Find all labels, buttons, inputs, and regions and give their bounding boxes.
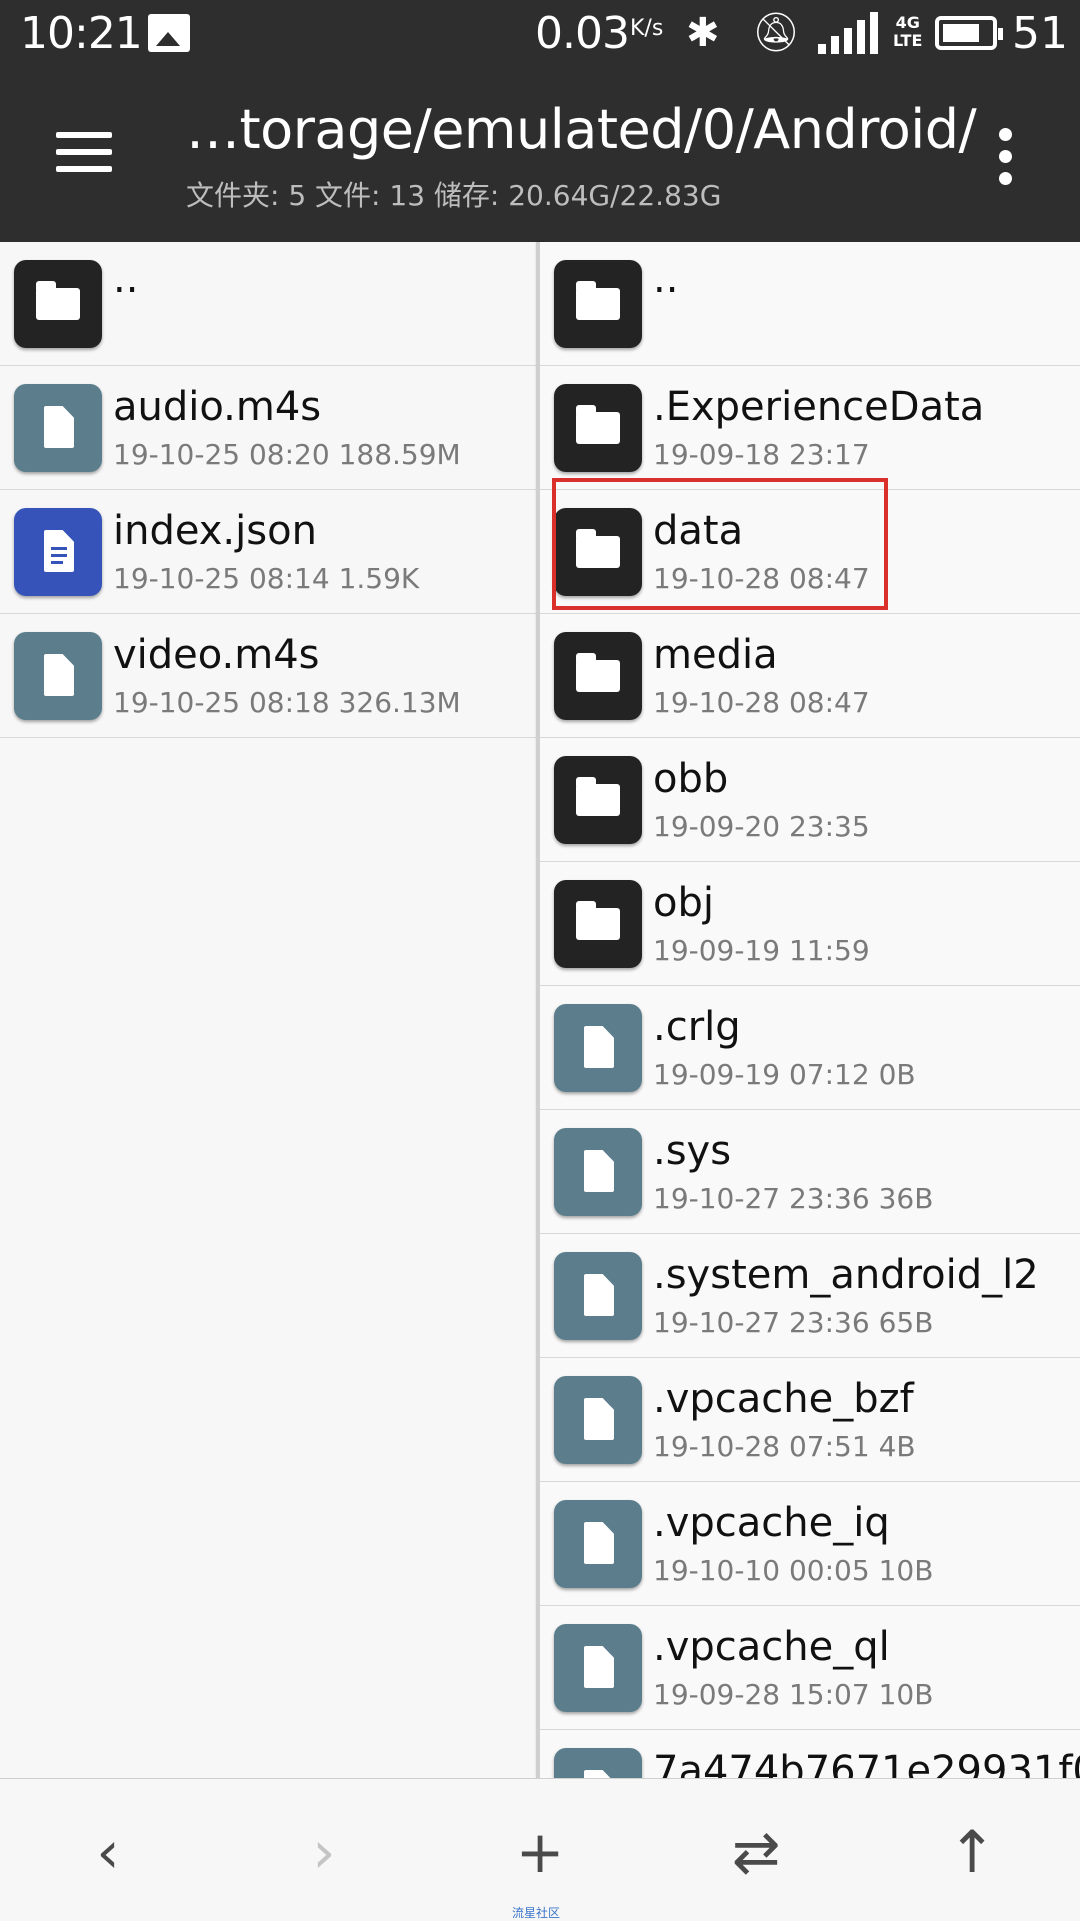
file-name: 7a474b7671e29931f09 bbox=[653, 1748, 1080, 1778]
network-type: 4G LTE bbox=[893, 13, 923, 50]
file-meta: 19-10-28 08:47 bbox=[653, 562, 870, 595]
file-meta: 19-09-19 07:12 0B bbox=[653, 1058, 916, 1091]
file-name: .sys bbox=[653, 1128, 732, 1174]
file-meta: 19-10-27 23:36 36B bbox=[653, 1182, 934, 1215]
file-name: .ExperienceData bbox=[653, 384, 985, 430]
left-file-pane[interactable]: .. audio.m4s 19-10-25 08:20 188.59M inde… bbox=[0, 242, 538, 1778]
right-file-pane[interactable]: .. .ExperienceData 19-09-18 23:17 data 1… bbox=[540, 242, 1080, 1778]
file-icon bbox=[554, 1500, 642, 1588]
swap-panes-button[interactable]: ⇄ bbox=[716, 1817, 796, 1887]
file-meta: 19-09-20 23:35 bbox=[653, 810, 870, 843]
file-icon bbox=[554, 1748, 642, 1778]
file-meta: 19-10-28 07:51 4B bbox=[653, 1430, 916, 1463]
file-meta: 19-10-28 08:47 bbox=[653, 686, 870, 719]
add-button[interactable]: + bbox=[500, 1817, 580, 1887]
parent-dir-button[interactable]: ↑ bbox=[932, 1817, 1012, 1887]
file-row-sys[interactable]: .sys 19-10-27 23:36 36B bbox=[540, 1110, 1080, 1234]
document-icon bbox=[14, 508, 102, 596]
parent-dir-row[interactable]: .. bbox=[540, 242, 1080, 366]
file-meta: 19-10-25 08:18 326.13M bbox=[113, 686, 461, 719]
folder-row-experiencedata[interactable]: .ExperienceData 19-09-18 23:17 bbox=[540, 366, 1080, 490]
battery-icon bbox=[935, 16, 1003, 50]
folder-icon bbox=[554, 260, 642, 348]
app-toolbar: …torage/emulated/0/Android/ 文件夹: 5 文件: 1… bbox=[0, 70, 1080, 242]
file-icon bbox=[554, 1128, 642, 1216]
parent-dir-label: .. bbox=[653, 256, 679, 302]
file-meta: 19-10-10 00:05 10B bbox=[653, 1554, 934, 1587]
folder-icon bbox=[554, 508, 642, 596]
bottom-nav: ‹ › + ⇄ ↑ bbox=[0, 1778, 1080, 1921]
file-row-system-android-l2[interactable]: .system_android_l2 19-10-27 23:36 65B bbox=[540, 1234, 1080, 1358]
status-bar: 10:21 0.03 K/s ✱ 🔕︎ 4G LTE 51 bbox=[0, 0, 1080, 70]
file-name: .vpcache_bzf bbox=[653, 1376, 914, 1422]
file-name: .vpcache_ql bbox=[653, 1624, 890, 1670]
folder-row-media[interactable]: media 19-10-28 08:47 bbox=[540, 614, 1080, 738]
folder-row-obb[interactable]: obb 19-09-20 23:35 bbox=[540, 738, 1080, 862]
image-notification-icon bbox=[148, 14, 190, 52]
file-meta: 19-10-25 08:20 188.59M bbox=[113, 438, 461, 471]
file-meta: 19-09-18 23:17 bbox=[653, 438, 870, 471]
file-row-vpcache-ql[interactable]: .vpcache_ql 19-09-28 15:07 10B bbox=[540, 1606, 1080, 1730]
file-row-crlg[interactable]: .crlg 19-09-19 07:12 0B bbox=[540, 986, 1080, 1110]
file-row-hash[interactable]: 7a474b7671e29931f09 bbox=[540, 1730, 1080, 1778]
file-icon bbox=[14, 384, 102, 472]
parent-dir-label: .. bbox=[113, 256, 139, 302]
file-icon bbox=[554, 1376, 642, 1464]
storage-stats: 文件夹: 5 文件: 13 储存: 20.64G/22.83G bbox=[186, 179, 722, 212]
file-name: audio.m4s bbox=[113, 384, 322, 430]
folder-icon bbox=[14, 260, 102, 348]
file-name: video.m4s bbox=[113, 632, 320, 678]
watermark: 流星社区 bbox=[512, 1906, 561, 1920]
hamburger-menu-icon[interactable] bbox=[52, 128, 116, 176]
file-name: data bbox=[653, 508, 744, 554]
file-row-audio[interactable]: audio.m4s 19-10-25 08:20 188.59M bbox=[0, 366, 538, 490]
file-row-video[interactable]: video.m4s 19-10-25 08:18 326.13M bbox=[0, 614, 538, 738]
file-row-vpcache-bzf[interactable]: .vpcache_bzf 19-10-28 07:51 4B bbox=[540, 1358, 1080, 1482]
folder-icon bbox=[554, 756, 642, 844]
file-meta: 19-09-19 11:59 bbox=[653, 934, 870, 967]
parent-dir-row[interactable]: .. bbox=[0, 242, 538, 366]
mute-icon: 🔕︎ bbox=[752, 10, 801, 54]
file-meta: 19-10-27 23:36 65B bbox=[653, 1306, 934, 1339]
file-row-vpcache-iq[interactable]: .vpcache_iq 19-10-10 00:05 10B bbox=[540, 1482, 1080, 1606]
bluetooth-icon: ✱ bbox=[686, 10, 720, 56]
current-path: …torage/emulated/0/Android/ bbox=[186, 98, 977, 161]
forward-button[interactable]: › bbox=[284, 1817, 364, 1887]
file-name: media bbox=[653, 632, 778, 678]
file-icon bbox=[554, 1624, 642, 1712]
net-speed-unit: K/s bbox=[630, 16, 664, 41]
battery-level: 51 bbox=[1012, 8, 1068, 59]
status-time: 10:21 bbox=[20, 8, 143, 59]
file-name: .vpcache_iq bbox=[653, 1500, 890, 1546]
file-name: obb bbox=[653, 756, 729, 802]
folder-icon bbox=[554, 384, 642, 472]
file-icon bbox=[14, 632, 102, 720]
file-name: .system_android_l2 bbox=[653, 1252, 1039, 1298]
net-speed: 0.03 bbox=[535, 8, 630, 59]
signal-icon bbox=[818, 12, 880, 54]
folder-icon bbox=[554, 880, 642, 968]
file-name: obj bbox=[653, 880, 714, 926]
file-meta: 19-10-25 08:14 1.59K bbox=[113, 562, 420, 595]
back-button[interactable]: ‹ bbox=[68, 1817, 148, 1887]
folder-icon bbox=[554, 632, 642, 720]
folder-row-obj[interactable]: obj 19-09-19 11:59 bbox=[540, 862, 1080, 986]
folder-row-data[interactable]: data 19-10-28 08:47 bbox=[540, 490, 1080, 614]
file-meta: 19-09-28 15:07 10B bbox=[653, 1678, 934, 1711]
file-icon bbox=[554, 1004, 642, 1092]
file-row-index-json[interactable]: index.json 19-10-25 08:14 1.59K bbox=[0, 490, 538, 614]
file-name: index.json bbox=[113, 508, 317, 554]
more-vertical-icon[interactable] bbox=[990, 126, 1020, 188]
file-icon bbox=[554, 1252, 642, 1340]
file-name: .crlg bbox=[653, 1004, 741, 1050]
